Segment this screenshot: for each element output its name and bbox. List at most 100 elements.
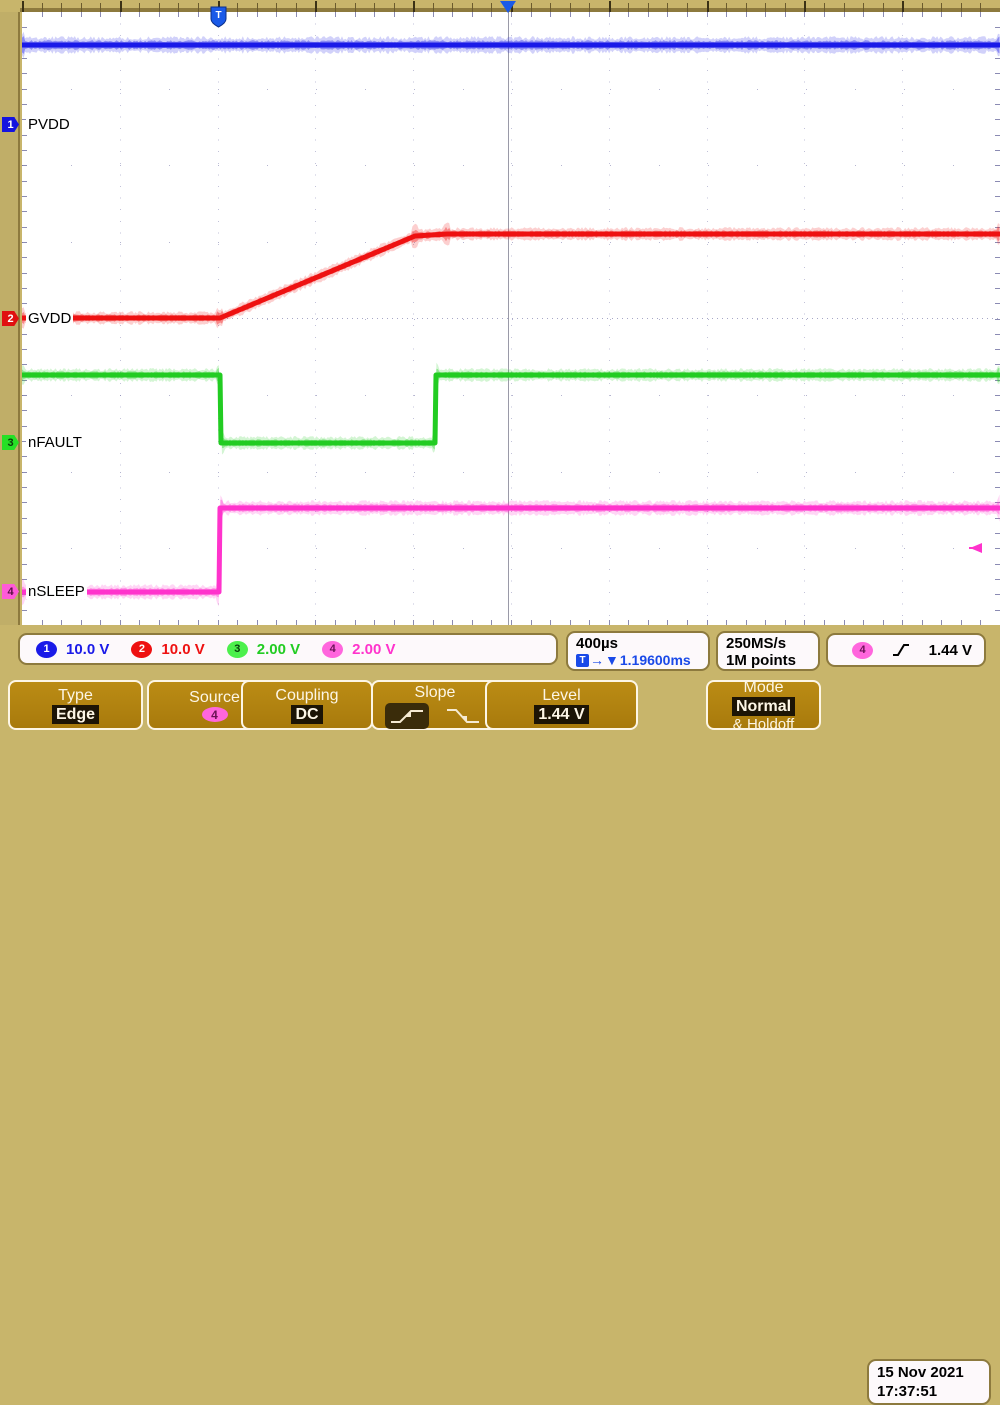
channel-1-badge: 1 — [36, 640, 57, 658]
ruler-tick — [589, 3, 591, 12]
menu-key-slope[interactable]: Slope — [371, 680, 499, 730]
svg-text:T: T — [215, 10, 221, 21]
trace-pvdd — [22, 31, 1000, 59]
trace-noise-band — [22, 226, 1000, 325]
ruler-tick — [374, 3, 376, 12]
trace-noise-band — [22, 222, 1000, 329]
menu-key-type[interactable]: Type Edge — [8, 680, 143, 730]
ruler-tick — [784, 3, 786, 12]
ruler-tick — [158, 3, 160, 12]
waveform-traces — [22, 31, 1000, 607]
slope-option-rising[interactable] — [385, 703, 429, 729]
menu-key-mode-value2: & Holdoff — [732, 715, 795, 733]
menu-key-coupling-value: DC — [291, 705, 323, 724]
channel-4-scale-value: 2.00 V — [352, 640, 396, 658]
channel-1-label: PVDD — [26, 116, 72, 133]
menu-key-level[interactable]: Level 1.44 V — [485, 680, 638, 730]
ruler-tick — [452, 3, 454, 12]
falling-slope-icon — [447, 709, 479, 723]
channel-4-label: nSLEEP — [26, 583, 87, 600]
clock-time: 17:37:51 — [877, 1383, 938, 1400]
ruler-tick — [687, 3, 689, 12]
trigger-readout[interactable]: 4 1.44 V — [826, 633, 986, 667]
ruler-tick — [491, 3, 493, 12]
trace-core-line — [22, 505, 1000, 595]
ruler-tick — [413, 1, 416, 12]
channel-2-scale-readout[interactable]: 2 10.0 V — [115, 640, 210, 658]
ruler-tick — [647, 3, 649, 12]
menu-key-mode-value: Normal — [731, 696, 796, 716]
menu-key-source-value: 4 — [201, 707, 228, 722]
rising-edge-icon — [892, 644, 909, 656]
trace-core-line — [22, 231, 1000, 321]
ruler-tick — [667, 3, 669, 12]
trace-core-line — [22, 372, 1000, 446]
ruler-tick — [178, 3, 180, 12]
ruler-tick — [393, 3, 395, 12]
ruler-tick — [550, 3, 552, 12]
ruler-tick — [119, 1, 122, 12]
menu-key-type-value: Edge — [51, 705, 100, 724]
delay-t-icon: T — [576, 653, 589, 667]
ruler-tick — [334, 3, 336, 12]
ruler-tick — [276, 3, 278, 12]
menu-key-level-title: Level — [542, 687, 581, 704]
ruler-tick — [765, 3, 767, 12]
channel-1-scale-value: 10.0 V — [66, 640, 110, 658]
menu-key-mode-title: Mode — [743, 678, 784, 696]
ruler-tick — [100, 3, 102, 12]
ruler-tick — [61, 3, 63, 12]
trigger-level-marker-icon[interactable] — [966, 540, 984, 556]
ruler-tick — [745, 3, 747, 12]
channel-scale-readouts: 1 10.0 V 2 10.0 V 3 2.00 V 4 2.00 V — [18, 633, 558, 665]
channel-2-label: GVDD — [26, 310, 74, 327]
timebase-delay: T → ▼ 1.19600ms — [576, 652, 691, 669]
clock-readout: 15 Nov 2021 17:37:51 — [867, 1359, 991, 1405]
ruler-tick — [471, 3, 473, 12]
ruler-tick — [530, 3, 532, 12]
delay-down-triangle-icon: ▼ — [605, 651, 619, 668]
timebase-readout[interactable]: 400µs T → ▼ 1.19600ms — [566, 631, 710, 671]
ruler-tick — [902, 1, 905, 12]
ruler-tick — [628, 3, 630, 12]
delay-reference-marker-icon[interactable] — [498, 0, 518, 14]
ruler-tick — [139, 3, 141, 12]
menu-key-type-title: Type — [58, 687, 93, 704]
rising-slope-icon — [391, 710, 423, 723]
ruler-tick — [804, 1, 807, 12]
timebase-per-division: 400µs — [576, 634, 619, 652]
ruler-tick — [726, 3, 728, 12]
trigger-source-badge: 4 — [852, 641, 873, 659]
menu-key-coupling-title: Coupling — [275, 687, 339, 704]
ruler-tick — [921, 3, 923, 12]
channel-3-badge: 3 — [226, 640, 248, 658]
ruler-tick — [823, 3, 825, 12]
sample-rate-value: 250MS/s — [726, 634, 787, 652]
ruler-tick — [315, 1, 318, 12]
menu-key-source-title: Source — [189, 689, 240, 706]
timebase-delay-value: 1.19600ms — [619, 651, 691, 668]
softkey-menu-bar: Type Edge Source 4 Coupling DC Slope Lev… — [0, 677, 1000, 1405]
waveform-display[interactable] — [22, 12, 1000, 625]
record-length-value: 1M points — [726, 651, 796, 669]
ruler-tick — [706, 1, 709, 12]
clock-date: 15 Nov 2021 — [877, 1364, 964, 1381]
slope-option-falling[interactable] — [441, 703, 485, 729]
ruler-tick — [569, 3, 571, 12]
menu-key-coupling[interactable]: Coupling DC — [241, 680, 373, 730]
trace-nsleep — [22, 494, 1000, 607]
ruler-tick — [80, 3, 82, 12]
ruler-tick — [941, 3, 943, 12]
acquisition-readout[interactable]: 250MS/s 1M points — [716, 631, 820, 671]
channel-4-scale-readout[interactable]: 4 2.00 V — [306, 640, 401, 658]
menu-key-slope-title: Slope — [414, 684, 456, 701]
ruler-tick — [354, 3, 356, 12]
menu-key-mode[interactable]: Mode Normal & Holdoff — [706, 678, 821, 733]
trigger-position-marker-icon[interactable]: T — [210, 6, 227, 28]
menu-key-level-value: 1.44 V — [534, 705, 589, 724]
channel-3-scale-readout[interactable]: 3 2.00 V — [211, 640, 306, 658]
channel-1-scale-readout[interactable]: 1 10.0 V — [20, 640, 115, 658]
ruler-tick — [22, 1, 24, 12]
ruler-tick — [608, 1, 611, 12]
ruler-tick — [432, 3, 434, 12]
